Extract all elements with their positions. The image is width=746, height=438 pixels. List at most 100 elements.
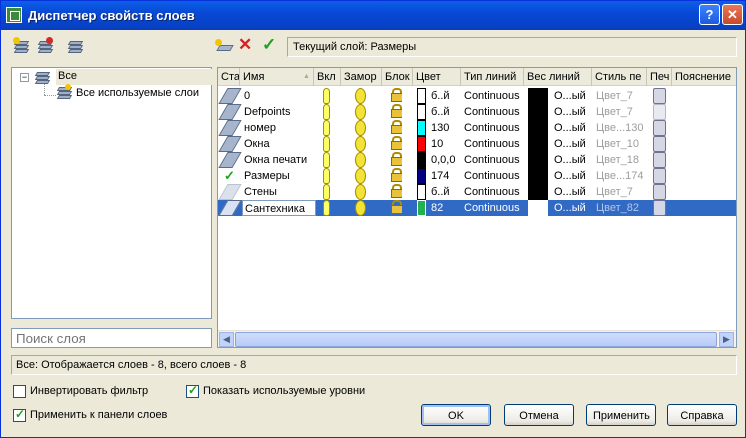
sun-thawed-icon[interactable] xyxy=(355,200,366,216)
search-layer-input[interactable] xyxy=(11,328,212,348)
layer-color[interactable]: 0,0,0 xyxy=(431,152,455,168)
ok-button[interactable]: OK xyxy=(421,404,491,426)
layer-grid[interactable]: Ста Имя ▲ Вкл Замор Блок Цвет Тип линий … xyxy=(217,67,737,348)
printer-icon[interactable] xyxy=(653,120,666,136)
bulb-on-icon[interactable] xyxy=(323,184,330,200)
col-lock[interactable]: Блок xyxy=(382,68,413,86)
layer-name[interactable]: 0 xyxy=(244,88,250,104)
layer-color[interactable]: 82 xyxy=(431,200,443,216)
layer-color[interactable]: 174 xyxy=(431,168,449,184)
show-used-checkbox[interactable] xyxy=(186,383,199,398)
color-swatch[interactable] xyxy=(417,88,426,104)
layer-linetype[interactable]: Continuous xyxy=(464,184,520,200)
layer-color[interactable]: б..й xyxy=(431,104,450,120)
layer-linetype[interactable]: Continuous xyxy=(464,136,520,152)
col-color[interactable]: Цвет xyxy=(413,68,461,86)
sun-thawed-icon[interactable] xyxy=(355,184,366,200)
layer-color[interactable]: б..й xyxy=(431,88,450,104)
delete-layer-icon[interactable]: ✕ xyxy=(238,36,254,54)
printer-icon[interactable] xyxy=(653,152,666,168)
sun-thawed-icon[interactable] xyxy=(355,136,366,152)
layer-lineweight[interactable]: О...ый xyxy=(554,168,586,184)
printer-icon[interactable] xyxy=(653,184,666,200)
invert-filter-label[interactable]: Инвертировать фильтр xyxy=(30,385,148,397)
layer-row[interactable]: Стены б..й Continuous О...ый Цвет_7 xyxy=(218,184,736,200)
scroll-left-icon[interactable]: ◀ xyxy=(219,332,234,347)
new-group-filter-icon[interactable] xyxy=(37,37,55,53)
color-swatch[interactable] xyxy=(417,136,426,152)
layer-linetype[interactable]: Continuous xyxy=(464,200,520,216)
layer-lineweight[interactable]: О...ый xyxy=(554,152,586,168)
sun-thawed-icon[interactable] xyxy=(355,152,366,168)
color-swatch[interactable] xyxy=(417,200,426,216)
close-button[interactable]: ✕ xyxy=(722,4,743,25)
layer-row[interactable]: Окна печати 0,0,0 Continuous О...ый Цвет… xyxy=(218,152,736,168)
invert-filter-checkbox[interactable] xyxy=(13,385,26,398)
bulb-on-icon[interactable] xyxy=(323,168,330,184)
color-swatch[interactable] xyxy=(417,168,426,184)
bulb-on-icon[interactable] xyxy=(323,136,330,152)
unlocked-icon[interactable] xyxy=(391,152,402,168)
title-bar[interactable]: Диспетчер свойств слоев ? ✕ xyxy=(1,1,745,30)
layer-row-selected[interactable]: Сантехника 82 Continuous О...ый Цвет_82 xyxy=(218,200,736,216)
layer-name[interactable]: Окна xyxy=(244,136,270,152)
printer-icon[interactable] xyxy=(653,88,666,104)
show-used-label[interactable]: Показать используемые уровни xyxy=(203,385,365,397)
layer-linetype[interactable]: Continuous xyxy=(464,120,520,136)
unlocked-icon[interactable] xyxy=(391,104,402,120)
layer-name[interactable]: Стены xyxy=(244,184,277,200)
layer-lineweight[interactable]: О...ый xyxy=(554,104,586,120)
col-lineweight[interactable]: Вес линий xyxy=(524,68,592,86)
printer-icon[interactable] xyxy=(653,168,666,184)
layer-color[interactable]: 10 xyxy=(431,136,443,152)
layer-name-edit[interactable]: Сантехника xyxy=(242,200,316,216)
horizontal-scrollbar[interactable]: ◀ ▶ xyxy=(218,330,736,347)
sun-thawed-icon[interactable] xyxy=(355,104,366,120)
col-plotstyle[interactable]: Стиль пе xyxy=(592,68,647,86)
scroll-thumb[interactable] xyxy=(235,332,717,347)
new-property-filter-icon[interactable] xyxy=(13,37,31,53)
layer-row[interactable]: Окна 10 Continuous О...ый Цвет_10 xyxy=(218,136,736,152)
layer-name[interactable]: номер xyxy=(244,120,276,136)
col-plot[interactable]: Печ xyxy=(647,68,672,86)
layer-row[interactable]: ✓ Размеры 174 Continuous О...ый Цве...17… xyxy=(218,168,736,184)
unlocked-icon[interactable] xyxy=(391,136,402,152)
unlocked-icon[interactable] xyxy=(391,120,402,136)
unlocked-icon[interactable] xyxy=(391,168,402,184)
scroll-right-icon[interactable]: ▶ xyxy=(719,332,734,347)
layer-color[interactable]: 130 xyxy=(431,120,449,136)
set-current-icon[interactable]: ✓ xyxy=(262,36,278,54)
layer-row[interactable]: 0 б..й Continuous О...ый Цвет_7 xyxy=(218,88,736,104)
col-linetype[interactable]: Тип линий xyxy=(461,68,524,86)
bulb-on-icon[interactable] xyxy=(323,152,330,168)
layer-row[interactable]: номер 130 Continuous О...ый Цве...130 xyxy=(218,120,736,136)
color-swatch[interactable] xyxy=(417,184,426,200)
col-on[interactable]: Вкл xyxy=(314,68,341,86)
layer-lineweight[interactable]: О...ый xyxy=(554,88,586,104)
apply-to-toolbar-checkbox[interactable] xyxy=(13,407,26,422)
layer-lineweight[interactable]: О...ый xyxy=(554,184,586,200)
layer-name[interactable]: Окна печати xyxy=(244,152,307,168)
sun-thawed-icon[interactable] xyxy=(355,120,366,136)
help-title-button[interactable]: ? xyxy=(699,4,720,25)
layer-states-manager-icon[interactable] xyxy=(67,39,85,53)
unlocked-icon[interactable] xyxy=(391,88,402,104)
layer-row[interactable]: Defpoints б..й Continuous О...ый Цвет_7 xyxy=(218,104,736,120)
layer-name[interactable]: Размеры xyxy=(244,168,290,184)
filter-tree[interactable]: − Все Все используемые слои xyxy=(11,67,576,319)
bulb-on-icon[interactable] xyxy=(323,120,330,136)
apply-to-toolbar-label[interactable]: Применить к панели слоев xyxy=(30,409,167,421)
layer-lineweight[interactable]: О...ый xyxy=(554,136,586,152)
col-freeze[interactable]: Замор xyxy=(341,68,382,86)
apply-button[interactable]: Применить xyxy=(586,404,656,426)
unlocked-icon[interactable] xyxy=(391,184,402,200)
col-description[interactable]: Пояснение xyxy=(672,68,736,86)
color-swatch[interactable] xyxy=(417,104,426,120)
layer-linetype[interactable]: Continuous xyxy=(464,152,520,168)
layer-linetype[interactable]: Continuous xyxy=(464,104,520,120)
layer-color[interactable]: б..й xyxy=(431,184,450,200)
sun-thawed-icon[interactable] xyxy=(355,88,366,104)
bulb-on-icon[interactable] xyxy=(323,104,330,120)
bulb-on-icon[interactable] xyxy=(323,88,330,104)
layer-linetype[interactable]: Continuous xyxy=(464,88,520,104)
